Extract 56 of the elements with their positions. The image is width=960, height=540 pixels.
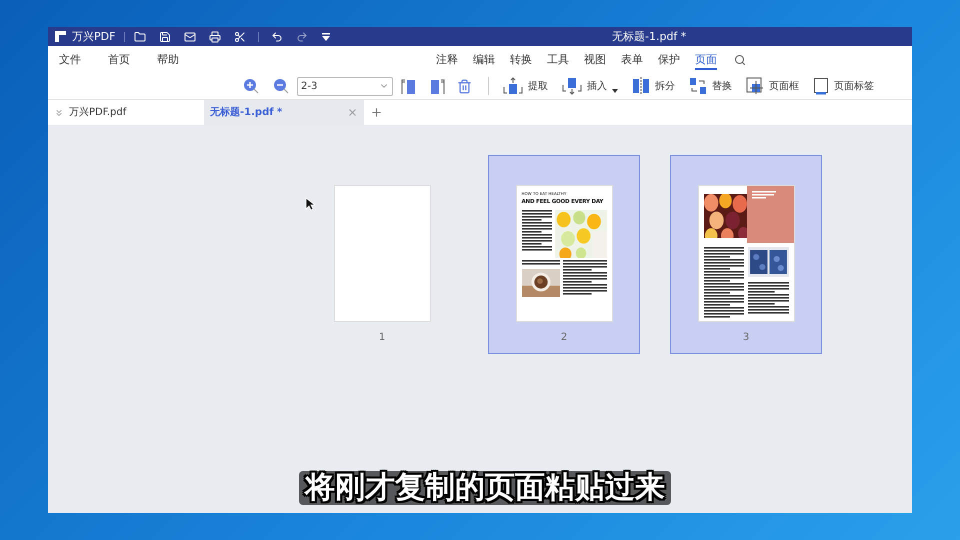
text-lines-drawing	[752, 191, 776, 200]
page-crop-icon	[746, 77, 764, 95]
ribbon-tab[interactable]: 页面	[695, 49, 717, 70]
open-folder-icon[interactable]	[134, 30, 146, 42]
page-insert-icon	[562, 77, 582, 95]
save-icon[interactable]	[159, 30, 172, 42]
text-lines-drawing	[562, 260, 606, 296]
ribbon-tab[interactable]: 注释	[436, 49, 458, 70]
new-tab-icon[interactable]	[370, 106, 383, 119]
toolbar-button[interactable]: 页面框	[746, 77, 799, 95]
print-icon[interactable]	[209, 30, 222, 42]
delete-icon[interactable]	[457, 78, 472, 94]
text-lines-drawing	[704, 247, 744, 319]
scissors-icon[interactable]	[234, 30, 246, 42]
ribbon-tab[interactable]: 工具	[547, 49, 569, 70]
menu-item[interactable]: 文件	[59, 54, 81, 65]
chevrons-down-icon	[54, 108, 64, 118]
video-subtitle: 将刚才复制的页面粘贴过来	[299, 471, 671, 505]
search-icon[interactable]	[734, 54, 746, 66]
ribbon-tab[interactable]: 编辑	[473, 49, 495, 70]
ribbon-tab[interactable]: 表单	[621, 49, 643, 70]
zoom-out-icon[interactable]	[273, 78, 289, 94]
rotate-left-icon[interactable]	[401, 77, 417, 95]
toolbar-button[interactable]: 页面标签	[813, 77, 874, 95]
zoom-in-icon[interactable]	[243, 78, 259, 94]
page-number: 2	[560, 331, 568, 345]
text-lines-drawing	[748, 282, 788, 315]
page-number: 3	[742, 331, 750, 345]
toolbar-button[interactable]: 插入	[562, 77, 618, 95]
page-split-icon	[632, 77, 650, 95]
menu-item[interactable]: 首页	[108, 54, 130, 65]
ribbon-tab[interactable]: 视图	[584, 49, 606, 70]
text-lines-drawing	[522, 260, 560, 266]
ribbon-tab[interactable]: 转换	[510, 49, 532, 70]
text-lines-drawing	[522, 210, 552, 252]
rotate-right-icon[interactable]	[429, 77, 445, 95]
toolbar-button[interactable]: 提取	[503, 77, 548, 95]
window-title: 无标题-1.pdf *	[612, 31, 686, 42]
page-range-field[interactable]: 2-3	[297, 76, 393, 96]
app-logo-icon	[55, 31, 66, 42]
app-name: 万兴PDF	[72, 31, 116, 42]
dropdown-triangle-icon[interactable]	[321, 32, 332, 42]
page-thumbnail[interactable]: 3	[670, 155, 822, 354]
toolbar-button[interactable]: 拆分	[632, 77, 675, 95]
page-replace-icon	[689, 77, 707, 95]
page-label-icon	[813, 77, 829, 95]
toolbar-button[interactable]: 替换	[689, 77, 732, 95]
page-thumbnail[interactable]: 1	[306, 155, 458, 354]
page-extract-icon	[503, 77, 523, 95]
document-tab[interactable]: 无标题-1.pdf *	[204, 100, 364, 125]
ribbon-tab[interactable]: 保护	[658, 49, 680, 70]
menu-item[interactable]: 帮助	[157, 54, 179, 65]
undo-icon[interactable]	[271, 30, 284, 42]
mail-icon[interactable]	[184, 30, 196, 42]
mouse-cursor-icon	[305, 197, 315, 211]
page-number: 1	[378, 331, 386, 345]
